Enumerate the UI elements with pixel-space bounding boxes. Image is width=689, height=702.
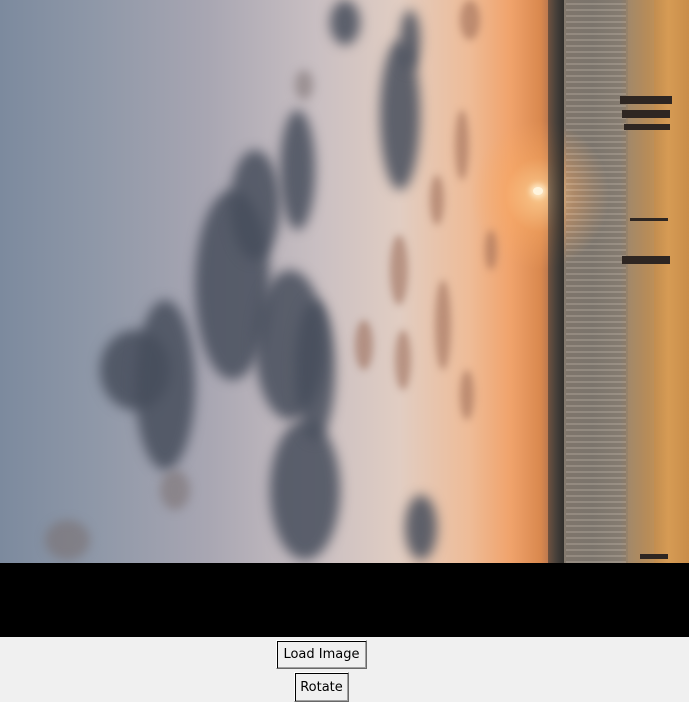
sunset-beach-photo (0, 0, 689, 563)
cloud (330, 0, 360, 45)
cloud (295, 70, 313, 100)
cloud (230, 150, 280, 260)
cloud (460, 370, 474, 420)
cloud (295, 300, 335, 440)
load-image-button[interactable]: Load Image (276, 640, 367, 669)
cloud (455, 110, 469, 180)
sun (533, 187, 543, 195)
person-silhouette (622, 256, 670, 264)
wet-sand (628, 0, 654, 563)
cloud (400, 10, 420, 70)
image-canvas (0, 0, 689, 637)
cloud (435, 280, 451, 370)
app-window: Load Image Rotate (0, 0, 689, 702)
person-silhouette (624, 124, 670, 130)
cloud (355, 320, 373, 370)
cloud (460, 0, 480, 40)
cloud (485, 230, 497, 270)
cloud (135, 300, 195, 470)
shoreline (548, 0, 564, 563)
controls-bar: Load Image Rotate (0, 637, 689, 702)
cloud (405, 495, 437, 560)
cloud (280, 110, 315, 230)
person-silhouette (620, 96, 672, 104)
surf (566, 0, 626, 563)
cloud (45, 520, 90, 560)
cloud (160, 470, 190, 510)
cloud (430, 175, 444, 225)
person-silhouette (622, 110, 670, 118)
cloud (395, 330, 411, 390)
person-silhouette (640, 554, 668, 559)
cloud (390, 235, 408, 305)
person-silhouette (630, 218, 668, 221)
cloud (270, 420, 340, 560)
rotate-button[interactable]: Rotate (294, 672, 349, 702)
